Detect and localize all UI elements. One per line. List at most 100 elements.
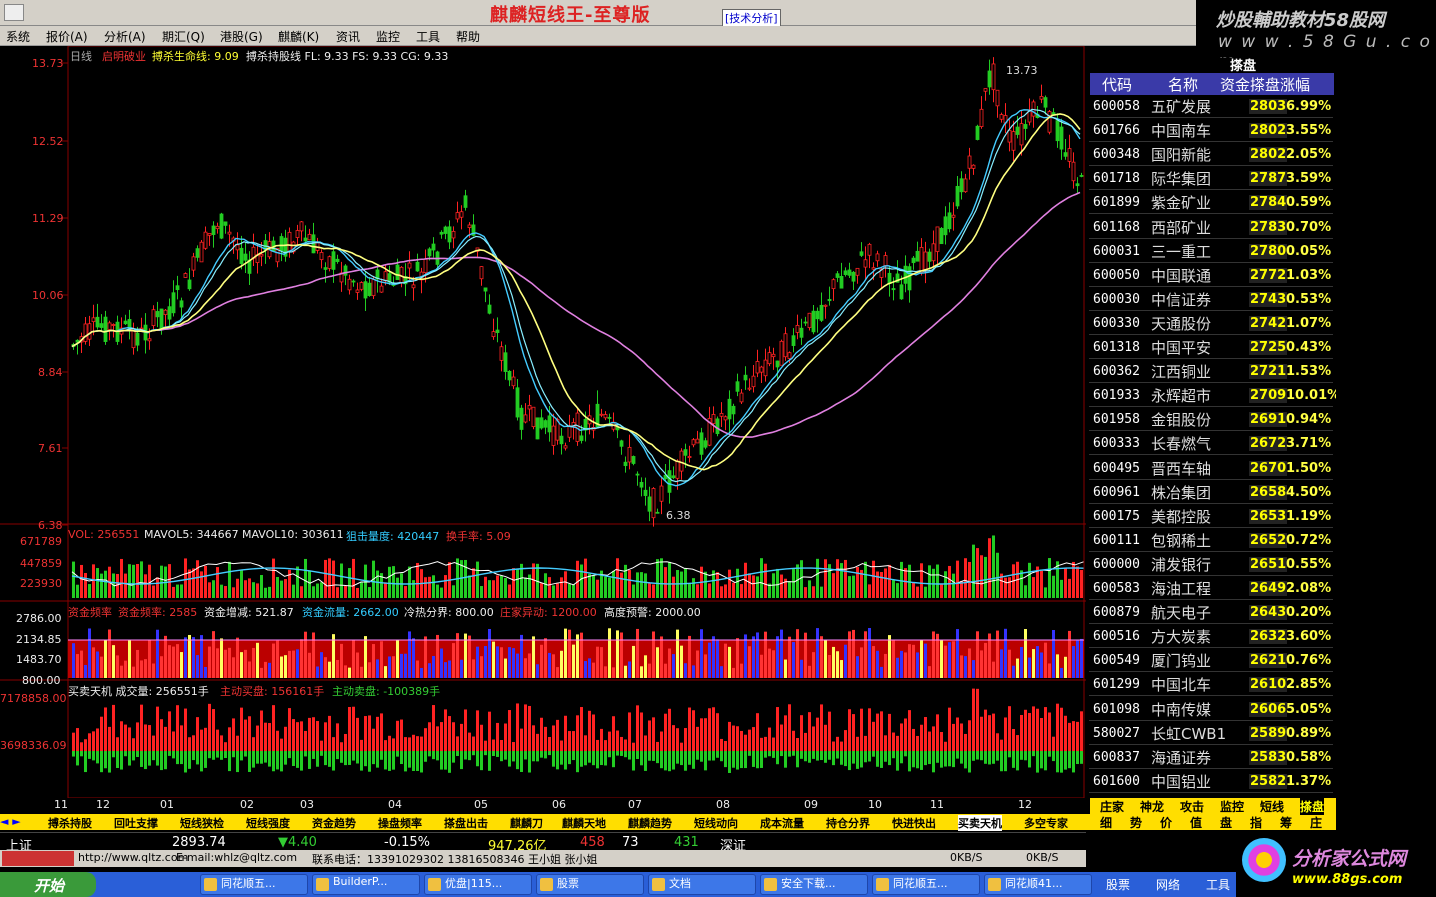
- tab-indicator[interactable]: 资金趋势: [312, 815, 356, 831]
- menu-futures[interactable]: 期汇(Q): [162, 28, 205, 45]
- right-blank-panel: [1336, 58, 1436, 798]
- tab-index[interactable]: 指: [1250, 814, 1262, 831]
- buy-bar: [1044, 707, 1047, 751]
- ranking-row[interactable]: 600362 江西铜业 2721 1.53%: [1089, 360, 1333, 384]
- tab-banker[interactable]: 庄: [1310, 814, 1322, 831]
- header-name[interactable]: 名称: [1168, 74, 1198, 95]
- volume-bar: [892, 579, 895, 598]
- ranking-row[interactable]: 600175 美都控股 2653 1.19%: [1089, 505, 1333, 528]
- tab-value[interactable]: 值: [1190, 814, 1202, 831]
- volume-bar: [652, 584, 655, 598]
- taskbar-button[interactable]: 同花顺五...: [200, 874, 308, 895]
- menu-qilin[interactable]: 麒麟(K): [278, 28, 319, 45]
- menu-tools[interactable]: 工具: [416, 28, 440, 45]
- email-link[interactable]: E-mail:whlz@qltz.com: [176, 851, 297, 864]
- ranking-row[interactable]: 600111 包钢稀土 2652 0.72%: [1089, 529, 1333, 552]
- taskbar-button[interactable]: 股票: [536, 874, 644, 895]
- ranking-row[interactable]: 601718 际华集团 2787 3.59%: [1089, 167, 1333, 191]
- tab-trend[interactable]: 势: [1130, 814, 1142, 831]
- ranking-row[interactable]: 600031 三一重工 2780 0.05%: [1089, 240, 1333, 263]
- tab-chips[interactable]: 筹: [1280, 814, 1292, 831]
- start-button[interactable]: 开始: [0, 872, 96, 897]
- ranking-row[interactable]: 601168 西部矿业 2783 0.70%: [1089, 216, 1333, 239]
- ranking-row[interactable]: 601766 中国南车 2802 3.55%: [1089, 119, 1333, 143]
- ranking-row[interactable]: 600030 中信证券 2743 0.53%: [1089, 288, 1333, 311]
- tray-tools[interactable]: 工具: [1206, 876, 1230, 893]
- ranking-row[interactable]: 600333 长春燃气 2672 3.71%: [1089, 432, 1333, 456]
- ranking-row[interactable]: 601958 金钼股份 2691 0.94%: [1089, 408, 1333, 432]
- tab-dealer[interactable]: 庄家: [1100, 798, 1124, 815]
- ranking-row[interactable]: 601299 中国北车 2610 2.85%: [1089, 673, 1333, 697]
- tab-indicator[interactable]: 搏杀持股: [48, 815, 92, 831]
- volume-bar: [212, 580, 215, 598]
- volume-bar: [176, 584, 179, 598]
- scroll-left-icon[interactable]: ◄ ►: [0, 815, 21, 828]
- ranking-row[interactable]: 600516 方大炭素 2632 3.60%: [1089, 625, 1333, 649]
- menu-analysis[interactable]: 分析(A): [104, 28, 146, 45]
- ranking-row[interactable]: 600000 浦发银行 2651 0.55%: [1089, 553, 1333, 576]
- tab-indicator[interactable]: 多空专家: [1024, 815, 1068, 831]
- month-label: 05: [474, 798, 488, 811]
- tab-price[interactable]: 价: [1160, 814, 1172, 831]
- ranking-row[interactable]: 601899 紫金矿业 2784 0.59%: [1089, 191, 1333, 215]
- header-code[interactable]: 代码: [1102, 74, 1132, 95]
- ranking-row[interactable]: 601318 中国平安 2725 0.43%: [1089, 336, 1333, 359]
- tray-stock[interactable]: 股票: [1106, 876, 1130, 893]
- tab-indicator[interactable]: 短线动向: [694, 815, 738, 831]
- ranking-row[interactable]: 600050 中国联通 2772 1.03%: [1089, 264, 1333, 287]
- tab-indicator[interactable]: 短线强度: [246, 815, 290, 831]
- buy-bar: [356, 717, 359, 751]
- taskbar-button[interactable]: 同花顺41...: [984, 874, 1092, 895]
- tab-dragon[interactable]: 神龙: [1140, 798, 1164, 815]
- ranking-row[interactable]: 600058 五矿发展 2803 6.99%: [1089, 95, 1333, 118]
- menu-monitor[interactable]: 监控: [376, 28, 400, 45]
- menu-system[interactable]: 系统: [6, 28, 30, 45]
- tab-indicator[interactable]: 麒麟刀: [510, 815, 543, 831]
- tab-indicator[interactable]: 操盘频率: [378, 815, 422, 831]
- tab-shortline[interactable]: 短线: [1260, 798, 1284, 815]
- ranking-row[interactable]: 600837 海通证券 2583 0.58%: [1089, 746, 1333, 769]
- tab-detail[interactable]: 细: [1100, 814, 1112, 831]
- tab-operate[interactable]: 搽盘: [1300, 798, 1325, 815]
- fund-bar: [620, 632, 623, 678]
- ranking-row[interactable]: 600961 株冶集团 2658 4.50%: [1089, 481, 1333, 504]
- menu-news[interactable]: 资讯: [336, 28, 360, 45]
- tab-indicator[interactable]: 麒麟趋势: [628, 815, 672, 831]
- ranking-row[interactable]: 600583 海油工程 2649 2.08%: [1089, 577, 1333, 600]
- price-tick: 10.06: [32, 289, 64, 302]
- ranking-row[interactable]: 580027 长虹CWB1 2589 0.89%: [1089, 722, 1333, 745]
- ranking-row[interactable]: 600348 国阳新能 2802 2.05%: [1089, 143, 1333, 167]
- tab-monitor[interactable]: 监控: [1220, 798, 1244, 815]
- tab-indicator[interactable]: 快进快出: [892, 815, 936, 831]
- taskbar-button[interactable]: 文档: [648, 874, 756, 895]
- menu-help[interactable]: 帮助: [456, 28, 480, 45]
- ranking-row[interactable]: 600549 厦门钨业 2621 0.76%: [1089, 649, 1333, 673]
- ranking-row[interactable]: 600879 航天电子 2643 0.20%: [1089, 601, 1333, 625]
- taskbar-button[interactable]: BuilderP...: [312, 874, 420, 895]
- ranking-row[interactable]: 600330 天通股份 2742 1.07%: [1089, 312, 1333, 335]
- tab-indicator[interactable]: 搽盘出击: [444, 815, 488, 831]
- tab-indicator[interactable]: 短线狭检: [180, 815, 224, 831]
- taskbar-button[interactable]: 同花顺五...: [872, 874, 980, 895]
- menu-quote[interactable]: 报价(A): [46, 28, 88, 45]
- tab-indicator[interactable]: 成本流量: [760, 815, 804, 831]
- taskbar-button[interactable]: 安全下载...: [760, 874, 868, 895]
- tab-indicator[interactable]: 回吐支撑: [114, 815, 158, 831]
- fund-bar: [164, 635, 167, 678]
- tab-attack[interactable]: 攻击: [1180, 798, 1204, 815]
- taskbar-button[interactable]: 优盘|115...: [424, 874, 532, 895]
- header-fund[interactable]: 资金搽盘涨幅: [1220, 74, 1310, 95]
- tab-indicator[interactable]: 持仓分界: [826, 815, 870, 831]
- tab-indicator[interactable]: 麒麟天地: [562, 815, 606, 831]
- tab-indicator-active[interactable]: 买卖天机: [958, 815, 1002, 831]
- tab-board[interactable]: 盘: [1220, 814, 1232, 831]
- ranking-row[interactable]: 601933 永辉超市 2709 10.01%: [1089, 384, 1340, 408]
- low-marker: 6.38: [666, 509, 691, 522]
- ranking-row[interactable]: 601600 中国铝业 2582 1.37%: [1089, 770, 1333, 793]
- chart-area[interactable]: 日线 启明破业 搏杀生命线: 9.09 搏杀持股线 FL: 9.33 FS: 9…: [0, 46, 1086, 798]
- website-link[interactable]: http://www.qltz.com: [78, 851, 188, 864]
- ranking-row[interactable]: 600495 晋西车轴 2670 1.50%: [1089, 457, 1333, 480]
- ranking-row[interactable]: 601098 中南传媒 2606 5.05%: [1089, 698, 1333, 721]
- tray-network[interactable]: 网络: [1156, 876, 1180, 893]
- menu-hk[interactable]: 港股(G): [220, 28, 263, 45]
